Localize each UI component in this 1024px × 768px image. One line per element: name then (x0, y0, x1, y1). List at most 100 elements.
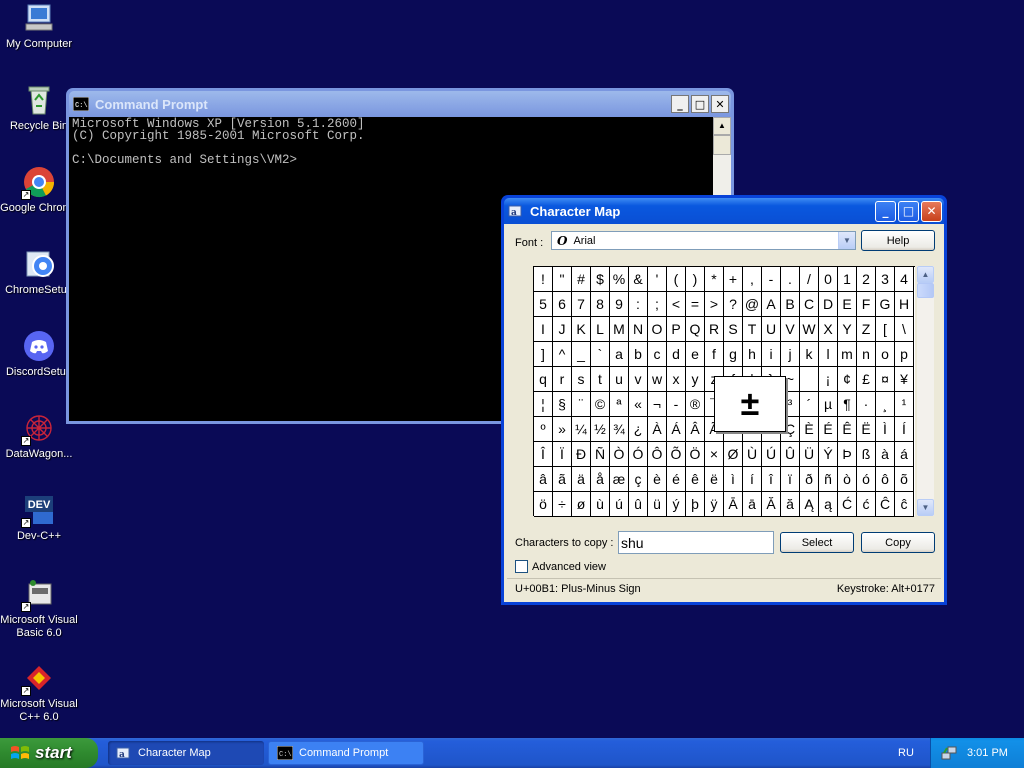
char-cell[interactable]: Ú (762, 442, 781, 467)
grid-vertical-scrollbar[interactable]: ▲ ▼ (917, 266, 934, 516)
advanced-view-toggle[interactable]: Advanced view (515, 560, 606, 573)
char-cell[interactable]: / (800, 267, 819, 292)
char-cell[interactable]: ª (610, 392, 629, 417)
char-cell[interactable]: N (629, 317, 648, 342)
char-cell[interactable]: n (857, 342, 876, 367)
char-cell[interactable]: ö (534, 492, 553, 517)
char-cell[interactable]: À (648, 417, 667, 442)
cmd-minimize-button[interactable]: _ (671, 95, 689, 113)
char-cell[interactable]: Ó (629, 442, 648, 467)
char-cell[interactable]: í (743, 467, 762, 492)
char-cell[interactable]: å (591, 467, 610, 492)
char-cell[interactable]: ¾ (610, 417, 629, 442)
char-cell[interactable]: Ö (686, 442, 705, 467)
network-icon[interactable] (941, 745, 957, 761)
char-cell[interactable]: £ (857, 367, 876, 392)
char-cell[interactable]: T (743, 317, 762, 342)
char-cell[interactable]: þ (686, 492, 705, 517)
scroll-thumb[interactable] (713, 135, 731, 155)
char-cell[interactable]: ă (781, 492, 800, 517)
char-cell[interactable]: Ü (800, 442, 819, 467)
char-cell[interactable]: ĉ (895, 492, 914, 517)
char-cell[interactable]: Í (895, 417, 914, 442)
char-cell[interactable]: b (629, 342, 648, 367)
char-cell[interactable]: , (743, 267, 762, 292)
char-cell[interactable]: Ì (876, 417, 895, 442)
char-cell[interactable]: y (686, 367, 705, 392)
charmap-close-button[interactable]: ✕ (921, 200, 942, 222)
char-cell[interactable]: " (553, 267, 572, 292)
char-cell[interactable]: j (781, 342, 800, 367)
char-cell[interactable]: Q (686, 317, 705, 342)
char-cell[interactable]: Õ (667, 442, 686, 467)
char-cell[interactable]: ć (857, 492, 876, 517)
char-cell[interactable]: 2 (857, 267, 876, 292)
char-cell[interactable]: # (572, 267, 591, 292)
character-map-window[interactable]: a Character Map _ □ ✕ Font : O Arial ▼ H… (501, 195, 947, 605)
char-cell[interactable]: µ (819, 392, 838, 417)
char-cell[interactable]: ç (629, 467, 648, 492)
char-cell[interactable]: + (724, 267, 743, 292)
char-cell[interactable]: l (819, 342, 838, 367)
char-cell[interactable]: $ (591, 267, 610, 292)
char-cell[interactable]: ð (800, 467, 819, 492)
char-cell[interactable]: ! (534, 267, 553, 292)
charmap-minimize-button[interactable]: _ (875, 200, 896, 222)
char-cell[interactable]: · (857, 392, 876, 417)
char-cell[interactable]: à (876, 442, 895, 467)
char-cell[interactable]: Ĉ (876, 492, 895, 517)
char-cell[interactable]: U (762, 317, 781, 342)
select-button[interactable]: Select (780, 532, 854, 553)
char-cell[interactable]: t (591, 367, 610, 392)
char-cell[interactable]: Î (534, 442, 553, 467)
char-cell[interactable]: ) (686, 267, 705, 292)
char-cell[interactable]: ? (724, 292, 743, 317)
char-cell[interactable]: » (553, 417, 572, 442)
char-cell[interactable]: u (610, 367, 629, 392)
scroll-up-arrow-icon[interactable]: ▲ (917, 266, 934, 283)
char-cell[interactable]: ' (648, 267, 667, 292)
char-cell[interactable]: h (743, 342, 762, 367)
char-cell[interactable]: 1 (838, 267, 857, 292)
char-cell[interactable]: ÿ (705, 492, 724, 517)
char-cell[interactable]: - (762, 267, 781, 292)
language-indicator[interactable]: RU (886, 738, 926, 768)
char-cell[interactable]: Ò (610, 442, 629, 467)
char-cell[interactable]: á (895, 442, 914, 467)
char-cell[interactable]: ¦ (534, 392, 553, 417)
char-cell[interactable]: Þ (838, 442, 857, 467)
char-cell[interactable]: f (705, 342, 724, 367)
chevron-down-icon[interactable]: ▼ (838, 232, 855, 249)
char-cell[interactable]: æ (610, 467, 629, 492)
char-cell[interactable]: o (876, 342, 895, 367)
desktop-icon-vc6[interactable]: ↗ Microsoft Visual C++ 6.0 (0, 662, 78, 724)
char-cell[interactable]: Û (781, 442, 800, 467)
char-cell[interactable]: é (667, 467, 686, 492)
clock[interactable]: 3:01 PM (967, 747, 1008, 759)
char-cell[interactable]: Y (838, 317, 857, 342)
taskbar-item-command-prompt[interactable]: C:\ Command Prompt (268, 741, 424, 765)
char-cell[interactable]: Á (667, 417, 686, 442)
char-cell[interactable]: ¬ (648, 392, 667, 417)
char-cell[interactable]: ï (781, 467, 800, 492)
char-cell[interactable]: â (534, 467, 553, 492)
char-cell[interactable]: Ø (724, 442, 743, 467)
char-cell[interactable]: : (629, 292, 648, 317)
char-cell[interactable]: ñ (819, 467, 838, 492)
char-cell[interactable]: > (705, 292, 724, 317)
char-cell[interactable]: ā (743, 492, 762, 517)
char-cell[interactable]: ( (667, 267, 686, 292)
char-cell[interactable]: - (667, 392, 686, 417)
char-cell[interactable]: L (591, 317, 610, 342)
characters-to-copy-input[interactable]: shu (618, 531, 774, 554)
char-cell[interactable]: ; (648, 292, 667, 317)
start-button[interactable]: start (0, 738, 98, 768)
char-cell[interactable]: X (819, 317, 838, 342)
charmap-maximize-button[interactable]: □ (898, 200, 919, 222)
char-cell[interactable]: Ý (819, 442, 838, 467)
char-cell[interactable]: º (534, 417, 553, 442)
char-cell[interactable]: ¶ (838, 392, 857, 417)
char-cell[interactable]: 7 (572, 292, 591, 317)
char-cell[interactable]: ì (724, 467, 743, 492)
char-cell[interactable]: d (667, 342, 686, 367)
